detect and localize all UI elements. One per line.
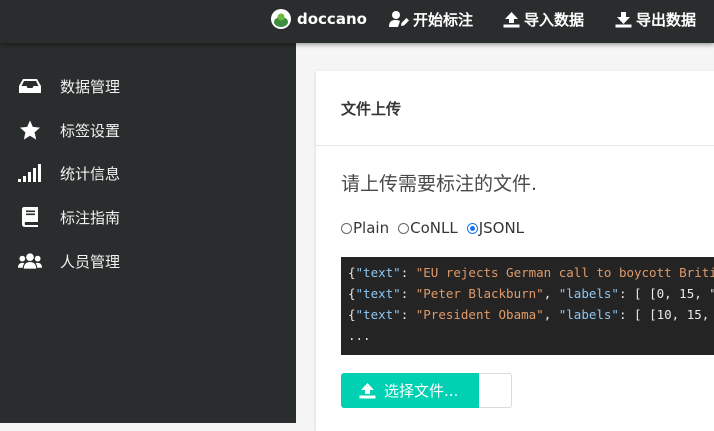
sidebar-item-data-management[interactable]: 数据管理 bbox=[0, 68, 296, 104]
code-key: "text" bbox=[355, 286, 401, 301]
radio-label: CoNLL bbox=[410, 219, 458, 237]
code-key: "labels" bbox=[558, 286, 619, 301]
doccano-logo-icon bbox=[271, 9, 291, 29]
nav-export-data-label: 导出数据 bbox=[636, 10, 697, 29]
sidebar-item-label: 人员管理 bbox=[60, 252, 121, 271]
sidebar-item-members[interactable]: 人员管理 bbox=[0, 243, 296, 279]
radio-conll[interactable]: CoNLL bbox=[398, 219, 458, 237]
card-title: 文件上传 bbox=[316, 71, 714, 146]
code-line: {"text": "President Obama", "labels": [ … bbox=[341, 304, 714, 325]
code-line: {"text": "Peter Blackburn", "labels": [ … bbox=[341, 283, 714, 304]
file-name-box[interactable] bbox=[479, 373, 512, 408]
format-radio-group: Plain CoNLL JSONL bbox=[341, 219, 533, 237]
code-rest: : [ [0, 15, "PERSON"] ]} bbox=[618, 286, 714, 301]
radio-jsonl[interactable]: JSONL bbox=[466, 219, 525, 237]
top-navbar: doccano 开始标注 导入数据 导出数据 bbox=[0, 0, 714, 43]
signal-icon bbox=[18, 161, 42, 185]
radio-plain[interactable]: Plain bbox=[341, 219, 389, 237]
radio-label: JSONL bbox=[478, 219, 525, 237]
upload-icon bbox=[359, 383, 376, 399]
download-icon bbox=[615, 11, 636, 28]
code-string: "President Obama" bbox=[415, 307, 544, 322]
upload-instruction: 请上传需要标注的文件. bbox=[341, 173, 538, 195]
code-line: {"text": "EU rejects German call to boyc… bbox=[341, 262, 714, 283]
choose-file-button[interactable]: 选择文件... bbox=[341, 373, 479, 408]
sidebar-item-label: 数据管理 bbox=[60, 77, 121, 96]
radio-label: Plain bbox=[353, 219, 390, 237]
code-key: "labels" bbox=[558, 307, 619, 322]
sidebar-item-label-settings[interactable]: 标签设置 bbox=[0, 112, 296, 148]
users-icon bbox=[18, 249, 42, 273]
code-string: "Peter Blackburn" bbox=[415, 286, 544, 301]
nav-start-annotation[interactable]: 开始标注 bbox=[389, 0, 473, 38]
user-edit-icon bbox=[389, 10, 413, 28]
upload-icon bbox=[503, 11, 524, 28]
book-icon bbox=[18, 205, 42, 229]
brand-link[interactable]: doccano bbox=[271, 0, 367, 38]
radio-button[interactable] bbox=[398, 222, 410, 234]
code-key: "text" bbox=[355, 265, 401, 280]
sidebar-item-label: 标签设置 bbox=[60, 121, 121, 140]
sidebar-item-label: 标注指南 bbox=[60, 208, 121, 227]
radio-button[interactable] bbox=[341, 222, 352, 234]
sidebar-item-statistics[interactable]: 统计信息 bbox=[0, 155, 296, 191]
inbox-icon bbox=[18, 74, 42, 98]
nav-start-annotation-label: 开始标注 bbox=[413, 10, 474, 29]
sidebar-item-guideline[interactable]: 标注指南 bbox=[0, 199, 296, 235]
code-rest: : [ [10, 15, "PERSON"] ]} bbox=[618, 307, 710, 322]
code-key: "text" bbox=[355, 307, 401, 322]
sidebar: 数据管理 标签设置 统计信息 标注指南 人员管理 bbox=[0, 43, 296, 423]
nav-export-data[interactable]: 导出数据 bbox=[615, 0, 696, 38]
code-string: "EU rejects German call to boycott Briti… bbox=[415, 265, 714, 280]
format-example-code: {"text": "EU rejects German call to boyc… bbox=[341, 257, 714, 355]
file-upload[interactable]: 选择文件... bbox=[341, 373, 512, 408]
upload-card: 文件上传 请上传需要标注的文件. Plain CoNLL JSONL {"tex… bbox=[316, 71, 714, 431]
sidebar-item-label: 统计信息 bbox=[60, 164, 121, 183]
code-ellipsis: ... bbox=[348, 328, 371, 343]
radio-button[interactable] bbox=[466, 222, 478, 234]
nav-import-data-label: 导入数据 bbox=[524, 10, 585, 29]
nav-import-data[interactable]: 导入数据 bbox=[503, 0, 584, 38]
brand-name: doccano bbox=[297, 10, 367, 28]
choose-file-label: 选择文件... bbox=[384, 382, 459, 400]
star-icon bbox=[18, 118, 42, 142]
